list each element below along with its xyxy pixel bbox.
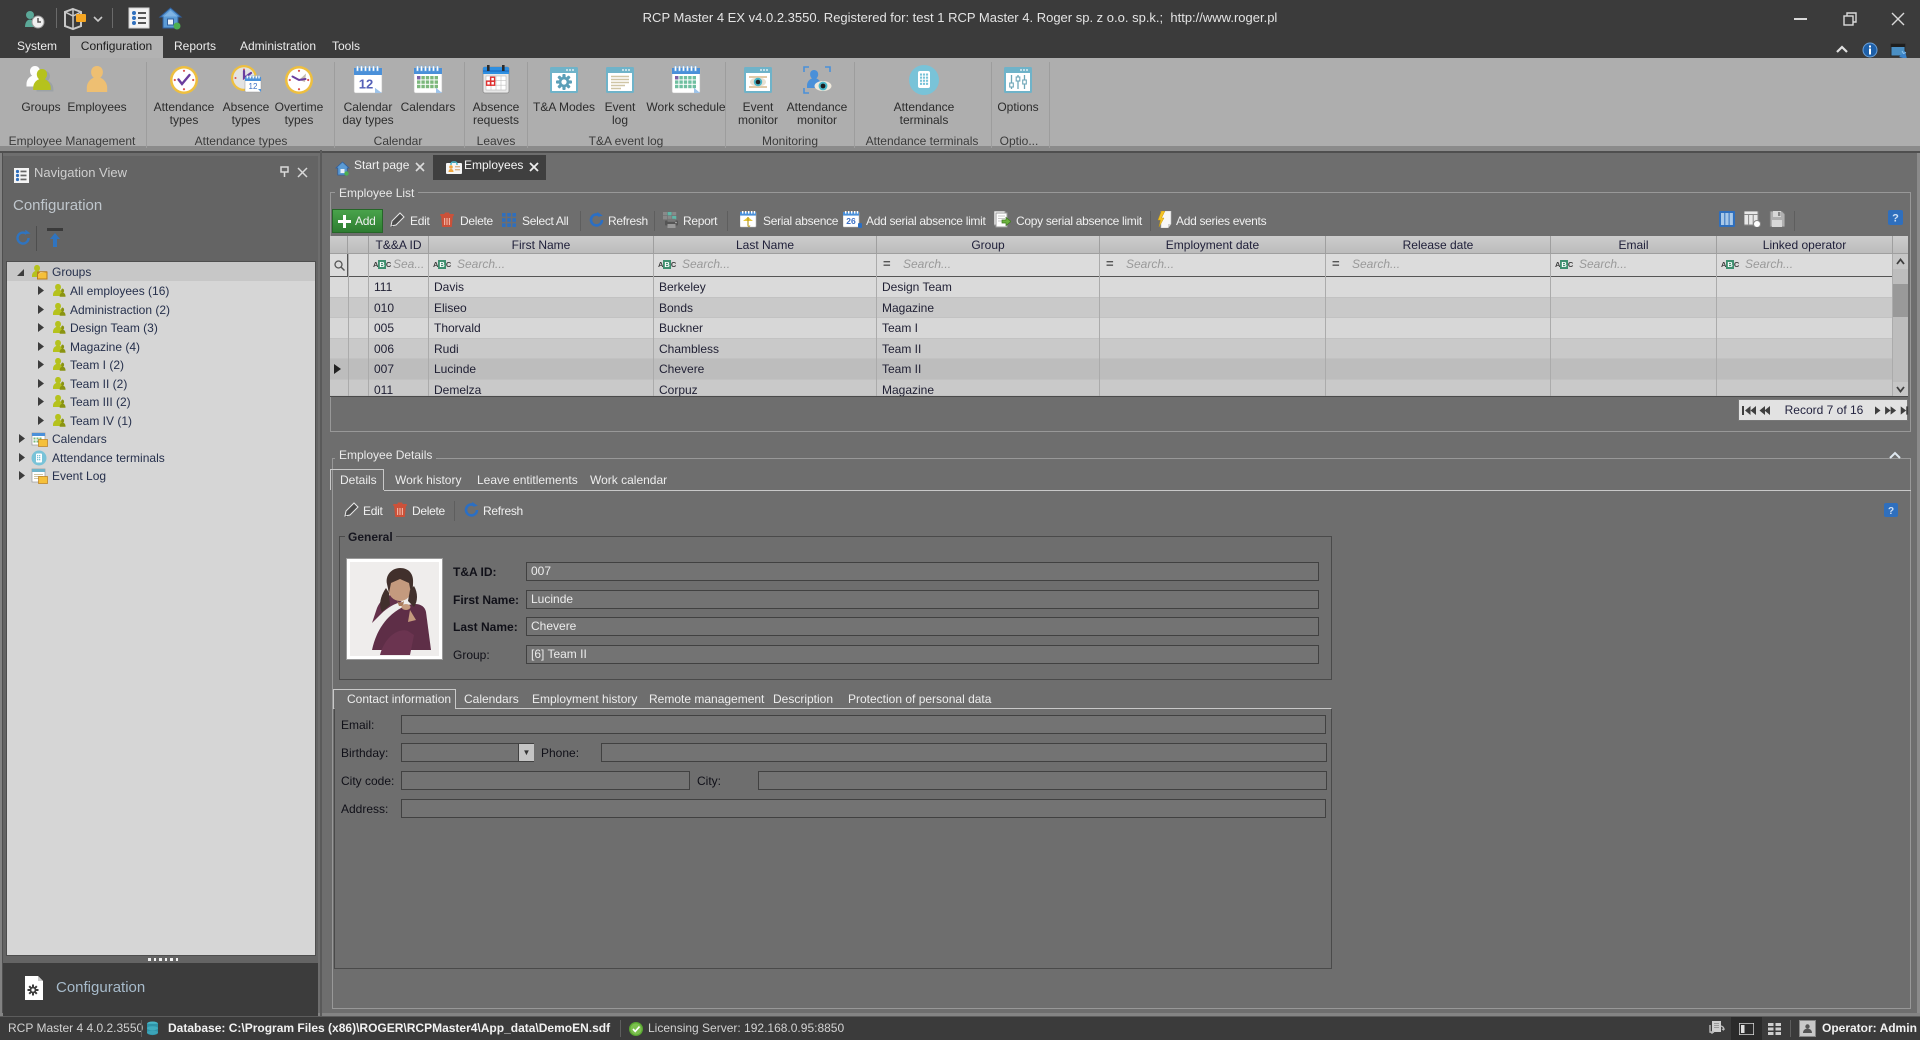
svg-text:?: ? [1892, 213, 1899, 225]
svg-text:12: 12 [359, 77, 373, 92]
svg-text:26: 26 [846, 216, 856, 226]
svg-text:12: 12 [249, 82, 258, 91]
svg-text:?: ? [1888, 506, 1894, 517]
